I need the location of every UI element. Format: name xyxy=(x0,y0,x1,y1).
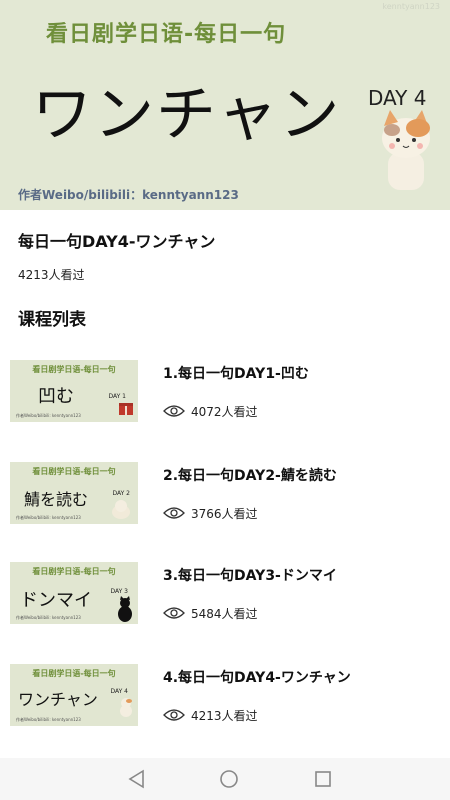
banner-author: 作者Weibo/bilibili：kenntyann123 xyxy=(18,188,239,202)
course-list-item[interactable]: 看日剧学日语-每日一句 鯖を読む DAY 2 作者Weibo/bilibili:… xyxy=(0,462,450,532)
thumbnail-phrase: ドンマイ xyxy=(20,590,92,611)
course-thumbnail: 看日剧学日语-每日一句 鯖を読む DAY 2 作者Weibo/bilibili:… xyxy=(10,462,138,524)
course-list-heading: 课程列表 xyxy=(18,310,86,330)
system-navigation-bar xyxy=(0,758,450,800)
eye-icon xyxy=(163,507,185,519)
thumbnail-phrase: 鯖を読む xyxy=(24,490,89,509)
banner-subtitle: 看日剧学日语-每日一句 xyxy=(46,22,287,47)
home-circle-icon[interactable] xyxy=(218,768,240,790)
eye-icon xyxy=(163,405,185,417)
course-thumbnail: 看日剧学日语-每日一句 ドンマイ DAY 3 作者Weibo/bilibili:… xyxy=(10,562,138,624)
thumbnail-subtitle: 看日剧学日语-每日一句 xyxy=(32,567,116,576)
thumbnail-phrase: ワンチャン xyxy=(18,690,98,709)
episode-title: 每日一句DAY4-ワンチャン xyxy=(18,232,216,251)
course-title: 3.每日一句DAY3-ドンマイ xyxy=(163,568,337,584)
course-title: 1.每日一句DAY1-凹む xyxy=(163,366,309,382)
course-title: 2.每日一句DAY2-鯖を読む xyxy=(163,468,337,484)
thumbnail-subtitle: 看日剧学日语-每日一句 xyxy=(32,669,116,678)
watermark: kenntyann123 xyxy=(382,2,440,11)
thumbnail-day: DAY 2 xyxy=(112,490,130,497)
course-views-count: 3766人看过 xyxy=(191,506,258,521)
course-views: 4072人看过 xyxy=(163,402,258,420)
course-title: 4.每日一句DAY4-ワンチャン xyxy=(163,670,351,686)
thumbnail-author: 作者Weibo/bilibili: kenntyann123 xyxy=(16,413,81,418)
course-cover-banner: kenntyann123 看日剧学日语-每日一句 ワンチャン DAY 4 作者W… xyxy=(0,0,450,210)
course-thumbnail: 看日剧学日语-每日一句 凹む DAY 1 作者Weibo/bilibili: k… xyxy=(10,360,138,422)
thumbnail-day: DAY 1 xyxy=(108,393,126,400)
banner-phrase: ワンチャン xyxy=(32,80,342,150)
thumbnail-subtitle: 看日剧学日语-每日一句 xyxy=(32,467,116,476)
course-list-item[interactable]: 看日剧学日语-每日一句 ドンマイ DAY 3 作者Weibo/bilibili:… xyxy=(0,562,450,632)
course-views-count: 4213人看过 xyxy=(191,708,258,723)
thumbnail-author: 作者Weibo/bilibili: kenntyann123 xyxy=(16,615,81,620)
cat-illustration-icon xyxy=(382,110,430,190)
course-list-item[interactable]: 看日剧学日语-每日一句 ワンチャン DAY 4 作者Weibo/bilibili… xyxy=(0,664,450,734)
course-views: 3766人看过 xyxy=(163,504,258,522)
episode-views: 4213人看过 xyxy=(18,268,85,282)
back-triangle-icon[interactable] xyxy=(126,768,148,790)
course-thumbnail: 看日剧学日语-每日一句 ワンチャン DAY 4 作者Weibo/bilibili… xyxy=(10,664,138,726)
course-list-item[interactable]: 看日剧学日语-每日一句 凹む DAY 1 作者Weibo/bilibili: k… xyxy=(0,360,450,430)
course-views: 4213人看过 xyxy=(163,706,258,724)
thumbnail-day: DAY 3 xyxy=(110,588,128,595)
thumbnail-author: 作者Weibo/bilibili: kenntyann123 xyxy=(16,515,81,520)
black-cat-icon xyxy=(118,596,132,622)
eye-icon xyxy=(163,709,185,721)
banner-day: DAY 4 xyxy=(368,86,427,110)
course-views: 5484人看过 xyxy=(163,604,258,622)
course-views-count: 4072人看过 xyxy=(191,404,258,419)
thumbnail-day: DAY 4 xyxy=(110,688,128,695)
recents-square-icon[interactable] xyxy=(312,768,334,790)
course-views-count: 5484人看过 xyxy=(191,606,258,621)
eye-icon xyxy=(163,607,185,619)
thumbnail-subtitle: 看日剧学日语-每日一句 xyxy=(32,365,116,374)
thumbnail-author: 作者Weibo/bilibili: kenntyann123 xyxy=(16,717,81,722)
thumbnail-phrase: 凹む xyxy=(38,386,74,407)
cat-icon xyxy=(120,698,132,717)
cat-icon xyxy=(112,500,130,519)
gift-box-icon xyxy=(119,403,133,415)
